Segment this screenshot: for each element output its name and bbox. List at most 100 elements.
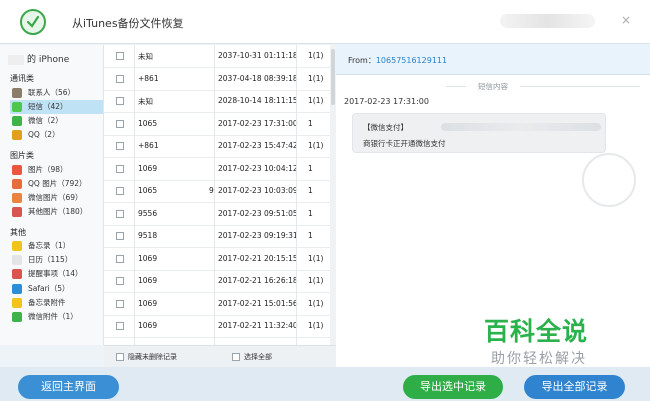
count-cell: 1(1)	[308, 276, 324, 285]
sidebar-item-label: 图片（98）	[28, 165, 68, 174]
from-prefix: From：	[348, 56, 376, 65]
count-cell: 1	[308, 208, 313, 218]
sidebar-item[interactable]: QQ（2）	[10, 128, 103, 142]
sidebar-item[interactable]: QQ 图片（792）	[10, 177, 103, 191]
count-cell: 1	[308, 231, 313, 240]
watermark-circle-icon	[582, 153, 636, 207]
count-cell: 1	[308, 186, 313, 195]
back-to-main-button[interactable]: 返回主界面	[18, 375, 119, 399]
message-time: 2017-02-23 17:31:00	[344, 97, 429, 106]
export-all-button[interactable]: 导出全部记录	[524, 375, 625, 399]
count-cell: 1	[308, 118, 313, 128]
wechat-icon	[12, 116, 22, 126]
sidebar-item-label: Safari（5）	[28, 284, 70, 293]
sidebar-group-label: 通讯类	[10, 74, 34, 83]
sidebar-item[interactable]: 微信（2）	[10, 114, 103, 128]
reminders-icon	[12, 269, 22, 279]
sidebar-item[interactable]: 微信图片（69）	[10, 191, 103, 205]
sidebar-item-label: 备忘录附件	[28, 298, 66, 307]
sidebar-item[interactable]: 备忘录附件	[10, 296, 103, 310]
from-label: From：10657516129111	[348, 55, 447, 66]
sender-cell: 9556	[138, 208, 158, 218]
other-photos-icon	[12, 207, 22, 217]
sender-cell: 1069	[138, 298, 158, 308]
notes-icon	[12, 241, 22, 251]
sidebar-item[interactable]: Safari（5）	[10, 282, 103, 296]
sidebar-group-label: 图片类	[10, 151, 34, 160]
row-checkbox[interactable]	[116, 232, 124, 240]
close-window-icon[interactable]: ×	[618, 12, 634, 28]
row-checkbox[interactable]	[116, 52, 124, 60]
sidebar-item[interactable]: 联系人（56）	[10, 86, 103, 100]
sidebar-item[interactable]: 其他图片（180）	[10, 205, 103, 219]
app-logo-icon	[20, 9, 46, 35]
export-selected-button[interactable]: 导出选中记录	[403, 375, 503, 399]
section-divider	[520, 86, 640, 87]
sender-cell: 9518	[138, 231, 158, 240]
sender-cell: 1065	[138, 186, 158, 195]
safari-icon	[12, 284, 22, 294]
time-cell: 2017-02-23 09:51:05	[218, 208, 298, 218]
qq-icon	[12, 130, 22, 140]
count-cell: 1(1)	[308, 253, 324, 263]
row-checkbox[interactable]	[116, 277, 124, 285]
column-divider	[214, 45, 215, 345]
row-checkbox[interactable]	[116, 187, 124, 195]
row-checkbox[interactable]	[116, 142, 124, 150]
time-cell: 2017-02-21 11:32:40	[218, 321, 298, 330]
message-blurred-text	[441, 123, 601, 131]
sidebar-item[interactable]: 短信（42）	[10, 100, 103, 114]
count-cell: 1(1)	[308, 73, 324, 83]
sidebar-item-label: 微信附件（1）	[28, 312, 78, 321]
sidebar-item-label: 短信（42）	[28, 102, 68, 111]
time-cell: 2017-02-21 16:26:18	[218, 276, 298, 285]
sidebar: 的 iPhone 通讯类 联系人（56） 短信（42） 微信（2） QQ（2） 图片类 图片…	[0, 45, 104, 345]
sender-cell: +861	[138, 141, 159, 150]
scroll-thumb[interactable]	[331, 49, 335, 105]
row-checkbox[interactable]	[116, 74, 124, 83]
count-cell: 1(1)	[308, 298, 324, 308]
row-checkbox[interactable]	[116, 322, 124, 330]
hide-undeleted-checkbox[interactable]	[116, 353, 124, 361]
row-checkbox[interactable]	[116, 299, 124, 308]
row-checkbox[interactable]	[116, 97, 124, 105]
time-cell: 2017-02-21 15:01:56	[218, 298, 298, 308]
account-info-blurred	[500, 14, 595, 28]
row-checkbox[interactable]	[116, 209, 124, 218]
time-cell: 2017-02-23 10:04:12	[218, 163, 298, 173]
message-line-2: 商银行卡正开通微信支付	[363, 139, 446, 148]
sidebar-item-label: 日历（115）	[28, 255, 73, 264]
count-cell: 1(1)	[308, 51, 324, 60]
sender-cell: 1069	[138, 276, 158, 285]
sidebar-item[interactable]: 提醒事项（14）	[10, 267, 103, 281]
photos-icon	[12, 165, 22, 175]
sms-icon	[12, 102, 22, 112]
column-divider	[296, 45, 297, 345]
calendar-icon	[12, 255, 22, 265]
sidebar-group-label: 其他	[10, 228, 26, 237]
select-all-checkbox[interactable]	[232, 353, 240, 361]
sidebar-item-label: 微信（2）	[28, 116, 63, 125]
watermark-title: 百科全说	[484, 317, 589, 346]
sidebar-item[interactable]: 微信附件（1）	[10, 310, 103, 324]
sidebar-item[interactable]: 备忘录（1）	[10, 239, 103, 253]
row-checkbox[interactable]	[116, 254, 124, 263]
row-checkbox[interactable]	[116, 164, 124, 173]
list-footer: 隐藏未删除记录 选择全部	[104, 345, 336, 367]
sidebar-item[interactable]: 图片（98）	[10, 163, 103, 177]
device-owner-blurred	[8, 54, 24, 65]
message-bubble: 【微信支付】 商银行卡正开通微信支付	[352, 113, 606, 153]
sidebar-item-label: 其他图片（180）	[28, 207, 88, 216]
sidebar-item-label: QQ（2）	[28, 130, 60, 139]
hide-undeleted-label: 隐藏未删除记录	[128, 353, 177, 361]
time-cell: 2037-10-31 01:11:18	[218, 51, 298, 60]
sidebar-item[interactable]: 日历（115）	[10, 253, 103, 267]
time-cell: 2017-02-21 20:15:15	[218, 253, 298, 263]
time-cell: 2028-10-14 18:11:15	[218, 96, 298, 105]
count-cell: 1(1)	[308, 96, 324, 105]
time-cell: 2017-02-23 09:19:31	[218, 231, 298, 240]
row-checkbox[interactable]	[116, 119, 124, 128]
sidebar-item-label: 提醒事项（14）	[28, 269, 83, 278]
sidebar-item-label: 联系人（56）	[28, 88, 76, 97]
sidebar-item-label: QQ 图片（792）	[28, 179, 87, 188]
